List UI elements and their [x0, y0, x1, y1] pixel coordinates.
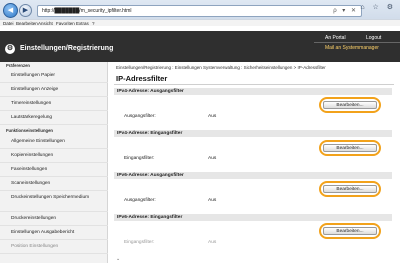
- sidebar-item-label: Lautstärkeregelung: [11, 115, 53, 120]
- sidebar-item-timer[interactable]: Timereinstellungen: [0, 97, 108, 111]
- menu-datei[interactable]: Datei: [3, 21, 14, 26]
- edit-button-label: Bearbeiten...: [323, 227, 377, 235]
- row-value-ipv4-in: Aus: [208, 156, 217, 161]
- edit-ipv6-in-button[interactable]: Bearbeiten...: [319, 223, 381, 239]
- sidebar-item-drucker[interactable]: Druckereinstellungen: [0, 212, 108, 226]
- sidebar-item-label: Allgemeine Einstellungen: [11, 139, 65, 144]
- portal-link[interactable]: An Portal: [325, 35, 346, 41]
- address-url: http://███████/m_security_ipfilter.html: [42, 8, 132, 14]
- sidebar-item-label: Einstellungen Papier: [11, 73, 56, 78]
- row-label-ipv4-out: Ausgangsfilter:: [124, 114, 156, 119]
- section-header-ipv6-in: IPv6-Adresse: Eingangsfilter: [114, 214, 392, 221]
- edit-button-label: Bearbeiten...: [323, 101, 377, 109]
- app-title: Einstellungen/Registrierung: [20, 45, 114, 52]
- edit-button-label: Bearbeiten...: [323, 185, 377, 193]
- sidebar-item-kopie[interactable]: Kopiereinstellungen: [0, 149, 108, 163]
- sidebar-item-label: Einstellungen Anzeige: [11, 87, 59, 92]
- row-label-ipv6-in: Eingangsfilter:: [124, 240, 155, 245]
- section-header-label: IPv6-Adresse: Eingangsfilter: [117, 215, 183, 220]
- browser-menubar: Datei Bearbeiten Ansicht Favoriten Extra…: [0, 19, 400, 26]
- title-divider: [114, 84, 394, 85]
- menu-ansicht[interactable]: Ansicht: [38, 21, 53, 26]
- mail-systemmanager-link[interactable]: Mail an Systemmanager: [325, 45, 379, 51]
- sidebar-item-papier[interactable]: Einstellungen Papier: [0, 69, 108, 83]
- menu-extras[interactable]: Extras: [76, 21, 89, 26]
- sidebar-item-speichermedium[interactable]: Druckeinstellungen Speichermedium: [0, 191, 108, 212]
- section-header-ipv4-in: IPv4-Adresse: Eingangsfilter: [114, 130, 392, 137]
- menu-help[interactable]: ?: [92, 21, 95, 26]
- scroll-down-icon[interactable]: ⌄: [116, 256, 120, 262]
- section-header-ipv6-out: IPv6-Adresse: Ausgangsfilter: [114, 172, 392, 179]
- home-favorites-tools-icons[interactable]: ⌂ ☆ ⚙: [360, 3, 396, 11]
- menu-bearbeiten[interactable]: Bearbeiten: [16, 21, 38, 26]
- sidebar-item-label: Kopiereinstellungen: [11, 153, 54, 158]
- edit-button-label: Bearbeiten...: [323, 144, 377, 152]
- sidebar-item-label: Druckereinstellungen: [11, 216, 57, 221]
- sidebar-item-ausgabebericht[interactable]: Einstellungen Ausgabebericht: [0, 226, 108, 240]
- forward-icon[interactable]: ▶: [19, 4, 32, 17]
- edit-ipv4-out-button[interactable]: Bearbeiten...: [319, 97, 381, 113]
- row-value-ipv6-out: Aus: [208, 198, 217, 203]
- menu-favoriten[interactable]: Favoriten: [56, 21, 75, 26]
- sidebar-item-label: Faxeinstellungen: [11, 167, 48, 172]
- sidebar-item-fax[interactable]: Faxeinstellungen: [0, 163, 108, 177]
- edit-ipv4-in-button[interactable]: Bearbeiten...: [319, 140, 381, 156]
- back-icon[interactable]: ◀: [3, 3, 18, 18]
- row-label-ipv4-in: Eingangsfilter:: [124, 156, 155, 161]
- address-bar-icons[interactable]: ρ ▾ ✕: [333, 7, 358, 14]
- address-bar[interactable]: http://███████/m_security_ipfilter.html …: [37, 5, 362, 17]
- section-header-label: IPv4-Adresse: Eingangsfilter: [117, 131, 183, 136]
- section-header-label: IPv4-Adresse: Ausgangsfilter: [117, 89, 184, 94]
- sidebar-item-label: Einstellungen Ausgabebericht: [11, 230, 75, 235]
- sidebar-item-position[interactable]: Position Einstellungen: [0, 240, 108, 254]
- row-label-ipv6-out: Ausgangsfilter:: [124, 198, 156, 203]
- breadcrumb[interactable]: Einstellungen/Registrierung : Einstellun…: [116, 65, 326, 70]
- header-divider: [314, 42, 400, 43]
- section-header-label: IPv6-Adresse: Ausgangsfilter: [117, 173, 184, 178]
- logout-link[interactable]: Logout: [366, 35, 381, 41]
- section-header-ipv4-out: IPv4-Adresse: Ausgangsfilter: [114, 88, 392, 95]
- row-value-ipv6-in: Aus: [208, 240, 217, 245]
- sidebar-item-label: Druckeinstellungen Speichermedium: [11, 195, 90, 200]
- sidebar-item-label: Position Einstellungen: [11, 244, 59, 249]
- sidebar-item-allgemein[interactable]: Allgemeine Einstellungen: [0, 135, 108, 149]
- sidebar: Präferenzen Einstellungen Papier Einstel…: [0, 62, 108, 263]
- sidebar-group-praeferenzen: Präferenzen: [6, 63, 30, 68]
- page-title: IP-Adressfilter: [116, 74, 168, 83]
- edit-ipv6-out-button[interactable]: Bearbeiten...: [319, 181, 381, 197]
- row-value-ipv4-out: Aus: [208, 114, 217, 119]
- sidebar-item-anzeige[interactable]: Einstellungen Anzeige: [0, 83, 108, 97]
- sidebar-item-scan[interactable]: Scaneinstellungen: [0, 177, 108, 191]
- sidebar-item-label: Scaneinstellungen: [11, 181, 51, 186]
- sidebar-group-funktionen: Funktionseinstellungen: [6, 128, 53, 133]
- sidebar-item-label: Timereinstellungen: [11, 101, 52, 106]
- sidebar-item-lautstaerke[interactable]: Lautstärkeregelung: [0, 111, 108, 125]
- settings-logo-icon: ⚙: [5, 44, 15, 54]
